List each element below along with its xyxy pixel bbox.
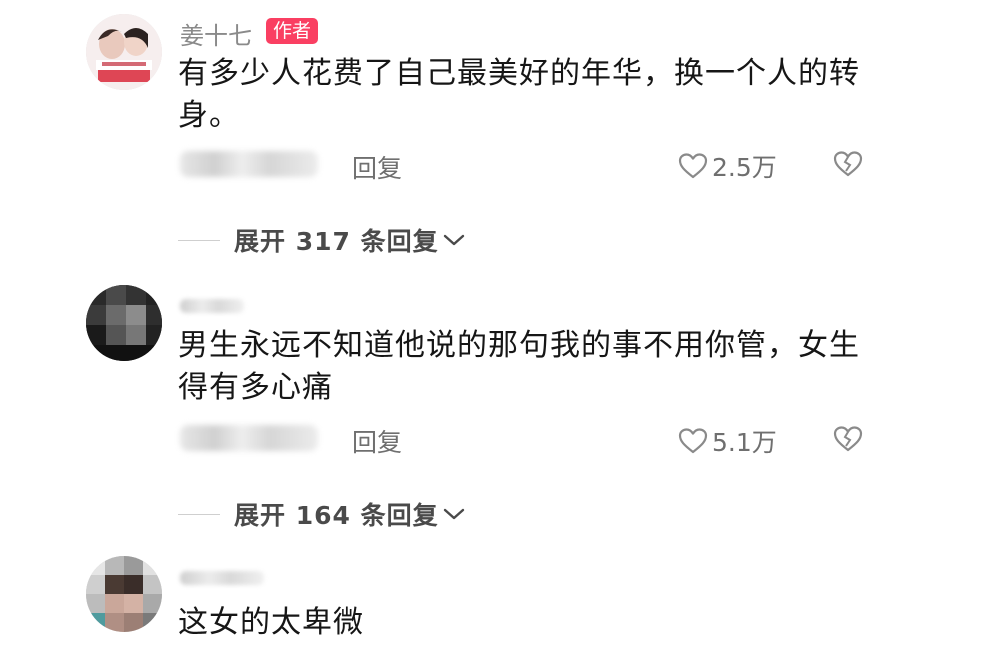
blurred-username[interactable]: [180, 299, 244, 313]
comment-text: 男生永远不知道他说的那句我的事不用你管，女生得有多心痛: [178, 328, 860, 405]
blurred-timestamp: [180, 425, 318, 451]
expand-replies-label: 展开 164 条回复: [234, 501, 439, 530]
comment-text: 这女的太卑微: [178, 605, 364, 640]
chevron-down-icon: [443, 508, 464, 520]
dislike-button[interactable]: [833, 425, 863, 457]
expand-replies-button[interactable]: 展开 317 条回复: [178, 222, 465, 258]
broken-heart-icon: [833, 426, 863, 452]
reply-button[interactable]: 回复: [352, 149, 402, 185]
comment-username[interactable]: 姜十七: [180, 16, 252, 51]
chevron-down-icon: [443, 234, 464, 246]
like-count: 2.5万: [712, 153, 777, 182]
comment-text: 有多少人花费了自己最美好的年华，换一个人的转身。: [178, 56, 860, 133]
reply-button[interactable]: 回复: [352, 423, 402, 459]
divider-line: [178, 239, 220, 241]
like-count: 5.1万: [712, 428, 777, 457]
user-avatar[interactable]: [86, 556, 162, 632]
user-avatar[interactable]: [86, 285, 162, 361]
like-button[interactable]: 2.5万: [678, 148, 777, 184]
divider-line: [178, 513, 220, 515]
dislike-button[interactable]: [833, 150, 863, 182]
like-button[interactable]: 5.1万: [678, 423, 777, 459]
blurred-timestamp: [180, 151, 318, 177]
author-avatar[interactable]: [86, 14, 162, 90]
blurred-username[interactable]: [180, 571, 264, 585]
broken-heart-icon: [833, 151, 863, 177]
expand-replies-button[interactable]: 展开 164 条回复: [178, 496, 465, 532]
author-badge: 作者: [266, 18, 319, 44]
expand-replies-label: 展开 317 条回复: [234, 227, 439, 256]
heart-outline-icon: [678, 153, 708, 179]
heart-outline-icon: [678, 428, 708, 454]
